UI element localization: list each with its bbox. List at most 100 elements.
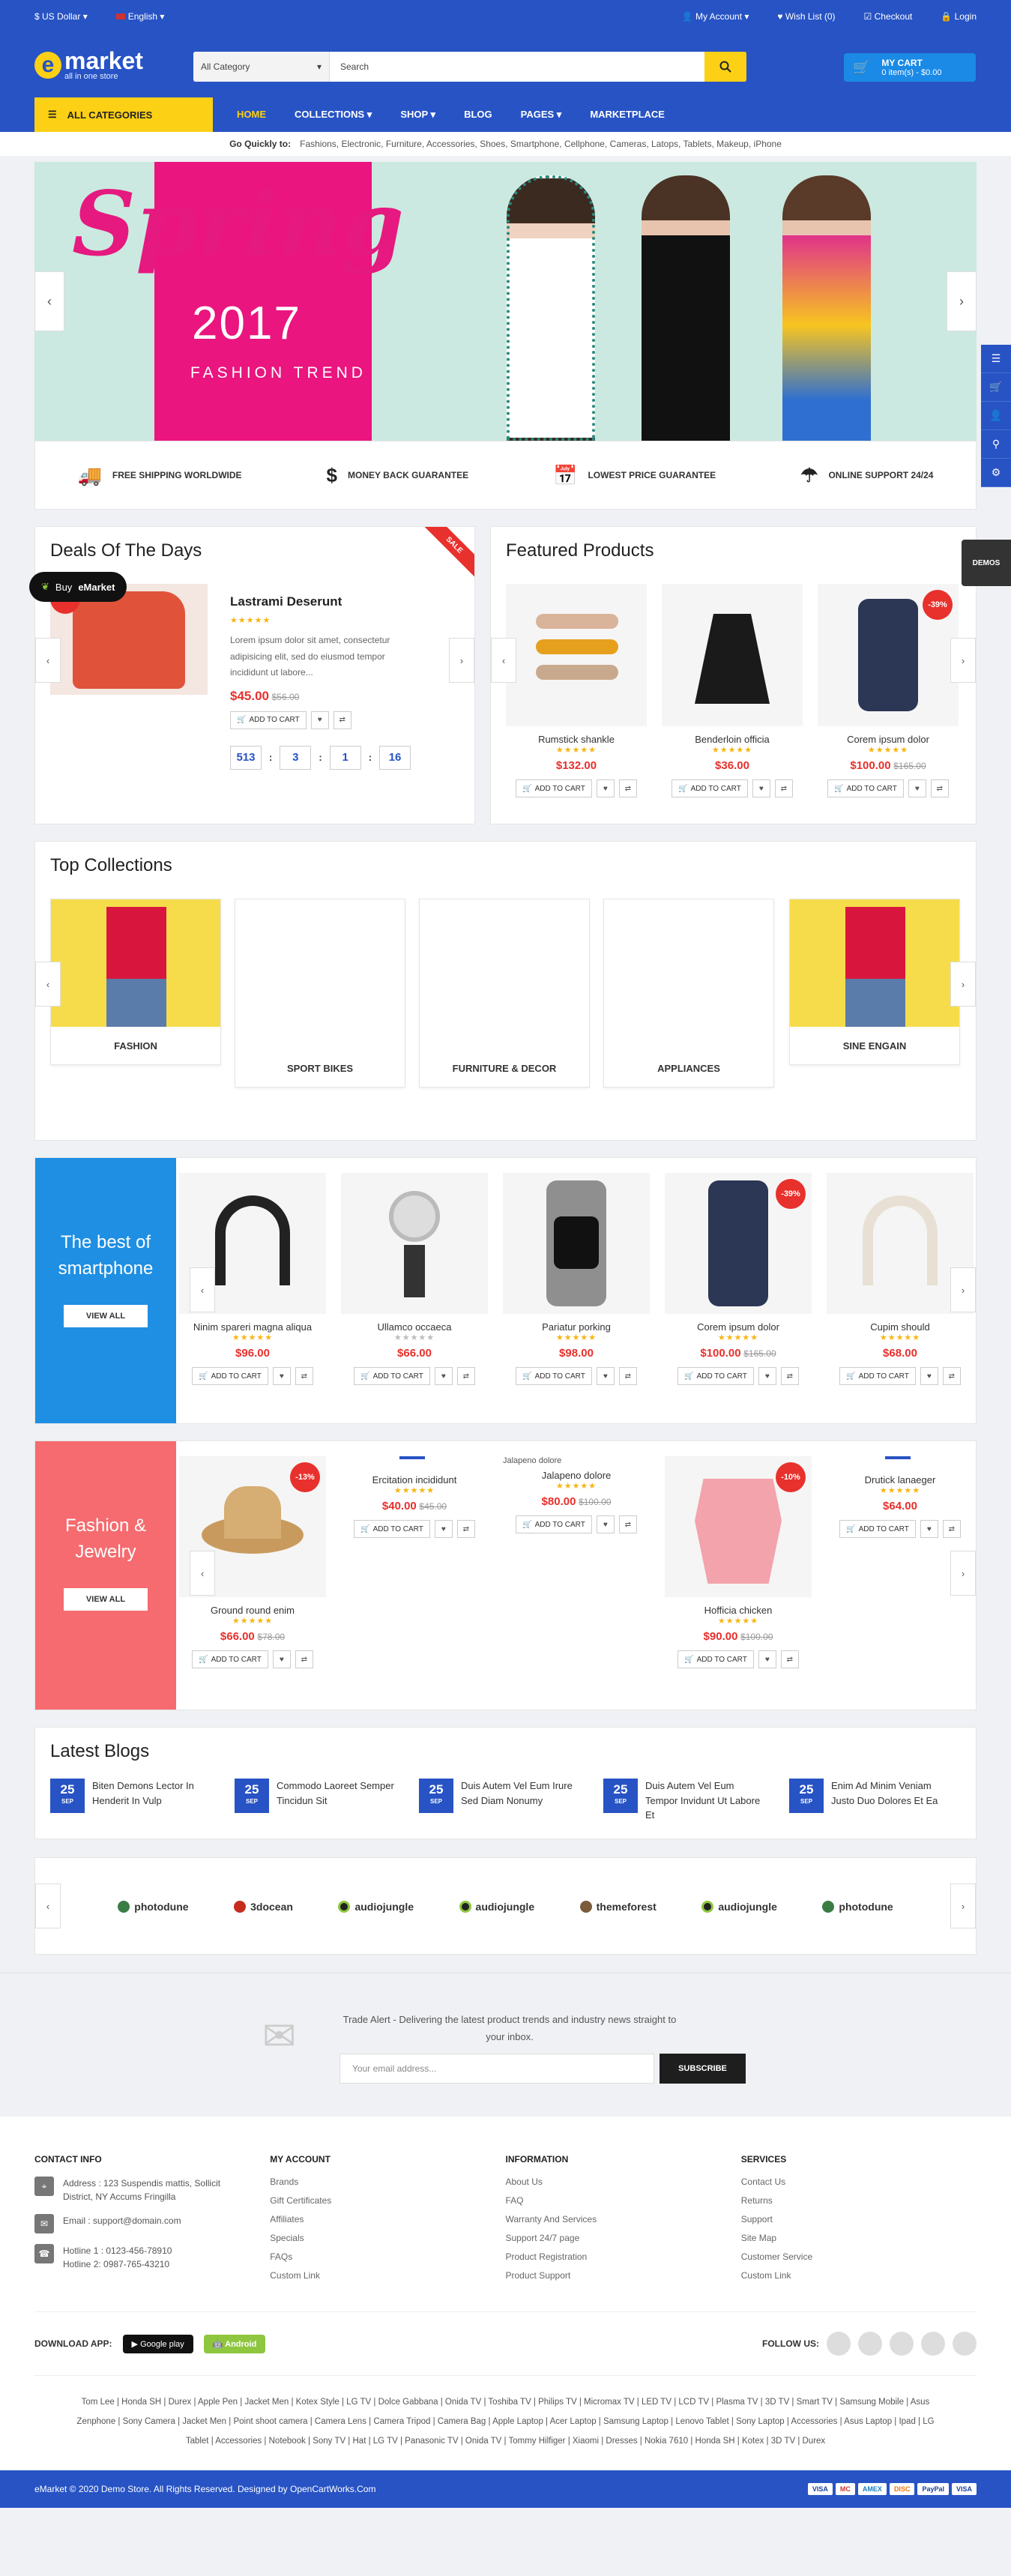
featured-next-button[interactable]: › <box>950 638 976 683</box>
nav-marketplace[interactable]: MARKETPLACE <box>590 109 665 121</box>
add-to-cart-button[interactable]: 🛒 ADD TO CART <box>839 1520 916 1538</box>
compare-button[interactable]: ⇄ <box>930 779 949 797</box>
search-button[interactable] <box>704 52 746 82</box>
add-to-cart-button[interactable]: 🛒 ADD TO CART <box>677 1367 754 1385</box>
compare-button[interactable]: ⇄ <box>618 779 637 797</box>
cart-icon[interactable]: 🛒 <box>981 373 1011 402</box>
slider-prev-button[interactable]: ‹ <box>34 271 64 331</box>
quick-link-list[interactable]: Fashions, Electronic, Furniture, Accesso… <box>300 139 782 149</box>
fashion-prev-button[interactable]: ‹ <box>190 1551 215 1596</box>
collections-prev-button[interactable]: ‹ <box>35 962 61 1007</box>
facebook-icon[interactable] <box>827 2332 851 2356</box>
footer-link[interactable]: Site Map <box>741 2233 977 2243</box>
search-icon[interactable]: ⚲ <box>981 430 1011 459</box>
brand-logo[interactable]: audiojungle <box>338 1901 414 1913</box>
footer-link[interactable]: Customer Service <box>741 2251 977 2262</box>
nav-collections[interactable]: COLLECTIONS ▾ <box>295 109 372 121</box>
footer-link[interactable]: FAQ <box>506 2195 741 2206</box>
nav-home[interactable]: HOME <box>237 109 266 121</box>
add-to-cart-button[interactable]: 🛒 ADD TO CART <box>354 1520 430 1538</box>
collection-card[interactable]: FASHION <box>50 899 221 1065</box>
blog-item[interactable]: 25 SEP Duis Autem Vel Eum Irure Sed Diam N… <box>419 1779 581 1813</box>
compare-button[interactable]: ⇄ <box>774 779 793 797</box>
my-account-link[interactable]: 👤 My Account ▾ <box>682 11 749 22</box>
all-categories-button[interactable]: ☰ ALL CATEGORIES <box>34 97 213 132</box>
compare-button[interactable]: ⇄ <box>333 711 351 729</box>
featured-prev-button[interactable]: ‹ <box>491 638 516 683</box>
compare-button[interactable]: ⇄ <box>456 1520 475 1538</box>
compare-button[interactable]: ⇄ <box>780 1650 799 1668</box>
wishlist-button[interactable]: ♥ <box>596 1367 615 1385</box>
compare-button[interactable]: ⇄ <box>456 1367 475 1385</box>
compare-button[interactable]: ⇄ <box>295 1650 313 1668</box>
brand-logo[interactable]: audiojungle <box>459 1901 534 1913</box>
buy-emarket-button[interactable]: ❦ Buy eMarket <box>29 572 127 602</box>
nav-blog[interactable]: BLOG <box>464 109 492 121</box>
footer-link[interactable]: Custom Link <box>270 2270 505 2281</box>
product-card[interactable]: Ullamco occaeca ★★★★★ $66.00 🛒 ADD TO CART ♥… <box>341 1173 488 1385</box>
add-to-cart-button[interactable]: 🛒 ADD TO CART <box>192 1367 268 1385</box>
category-select[interactable]: All Category ▾ <box>193 52 330 82</box>
footer-tag-cloud[interactable]: Tom Lee | Honda SH | Durex | Apple Pen |… <box>34 2376 977 2470</box>
user-icon[interactable]: 👤 <box>981 402 1011 430</box>
settings-icon[interactable]: ⚙ <box>981 459 1011 487</box>
youtube-icon[interactable] <box>953 2332 977 2356</box>
blog-item[interactable]: 25 SEP Duis Autem Vel Eum Tempor Invidunt … <box>603 1779 765 1823</box>
wishlist-button[interactable]: ♥ <box>272 1650 291 1668</box>
add-to-cart-button[interactable]: 🛒 ADD TO CART <box>516 779 592 797</box>
collection-card[interactable]: SPORT BIKES <box>235 899 405 1088</box>
search-input[interactable]: Search <box>330 52 704 82</box>
product-card[interactable]: Benderloin officia ★★★★★ $36.00 🛒 ADD TO… <box>662 584 803 797</box>
twitter-icon[interactable] <box>858 2332 882 2356</box>
collections-next-button[interactable]: › <box>950 962 976 1007</box>
product-card[interactable]: Jalapeno dolore Jalapeno dolore ★★★★★ $80.0… <box>503 1456 650 1668</box>
brand-logo[interactable]: 3docean <box>234 1901 293 1913</box>
brand-logo[interactable]: themeforest <box>579 1901 657 1913</box>
slider-next-button[interactable]: › <box>947 271 977 331</box>
collection-card[interactable]: APPLIANCES <box>603 899 774 1088</box>
footer-link[interactable]: About Us <box>506 2177 741 2187</box>
compare-button[interactable]: ⇄ <box>618 1515 637 1533</box>
wishlist-button[interactable]: ♥ <box>596 779 615 797</box>
product-card[interactable]: Ercitation incididunt ★★★★★ $40.00 $45.00 🛒… <box>341 1456 488 1668</box>
brand-logo[interactable]: audiojungle <box>701 1901 777 1913</box>
wishlist-button[interactable]: ♥ <box>596 1515 615 1533</box>
wishlist-button[interactable]: ♥ <box>908 779 926 797</box>
fashion-next-button[interactable]: › <box>950 1551 976 1596</box>
footer-link[interactable]: Support <box>741 2214 977 2224</box>
add-to-cart-button[interactable]: 🛒 ADD TO CART <box>516 1367 592 1385</box>
wishlist-button[interactable]: ♥ <box>310 711 329 729</box>
add-to-cart-button[interactable]: 🛒 ADD TO CART <box>516 1515 592 1533</box>
deals-next-button[interactable]: › <box>449 638 474 683</box>
footer-link[interactable]: Support 24/7 page <box>506 2233 741 2243</box>
nav-shop[interactable]: SHOP ▾ <box>400 109 435 121</box>
blog-item[interactable]: 25 SEP Enim Ad Minim Veniam Justo Duo Dolo… <box>789 1779 951 1813</box>
collection-card[interactable]: SINE ENGAIN <box>789 899 960 1065</box>
product-card[interactable]: -39% Corem ipsum dolor ★★★★★ $100.00 $165.0… <box>665 1173 812 1385</box>
newsletter-email-input[interactable]: Your email address... <box>339 2054 654 2084</box>
nav-pages[interactable]: PAGES ▾ <box>521 109 562 121</box>
wishlist-button[interactable]: ♥ <box>920 1520 938 1538</box>
contact-email[interactable]: Email : support@domain.com <box>63 2214 181 2233</box>
add-to-cart-button[interactable]: 🛒 ADD TO CART <box>827 779 904 797</box>
footer-link[interactable]: Brands <box>270 2177 505 2187</box>
google-plus-icon[interactable] <box>890 2332 914 2356</box>
language-select[interactable]: English ▾ <box>115 11 164 22</box>
smartphone-next-button[interactable]: › <box>950 1267 976 1312</box>
product-card[interactable]: -10% Hofficia chicken ★★★★★ $90.00 $100.00 🛒… <box>665 1456 812 1668</box>
compare-button[interactable]: ⇄ <box>295 1367 313 1385</box>
checkout-link[interactable]: ☑ Checkout <box>864 11 913 22</box>
wishlist-button[interactable]: ♥ <box>758 1367 776 1385</box>
add-to-cart-button[interactable]: 🛒 ADD TO CART <box>192 1650 268 1668</box>
view-all-button[interactable]: VIEW ALL <box>63 1587 148 1611</box>
compare-button[interactable]: ⇄ <box>942 1520 961 1538</box>
subscribe-button[interactable]: SUBSCRIBE <box>660 2054 746 2084</box>
compare-button[interactable]: ⇄ <box>942 1367 961 1385</box>
footer-link[interactable]: Product Support <box>506 2270 741 2281</box>
product-card[interactable]: Rumstick shankle ★★★★★ $132.00 🛒 ADD TO … <box>506 584 647 797</box>
product-card[interactable]: Pariatur porking ★★★★★ $98.00 🛒 ADD TO CART… <box>503 1173 650 1385</box>
compare-button[interactable]: ⇄ <box>618 1367 637 1385</box>
deal-name[interactable]: Lastrami Deserunt <box>230 594 417 609</box>
footer-link[interactable]: Product Registration <box>506 2251 741 2262</box>
brands-next-button[interactable]: › <box>950 1883 976 1928</box>
